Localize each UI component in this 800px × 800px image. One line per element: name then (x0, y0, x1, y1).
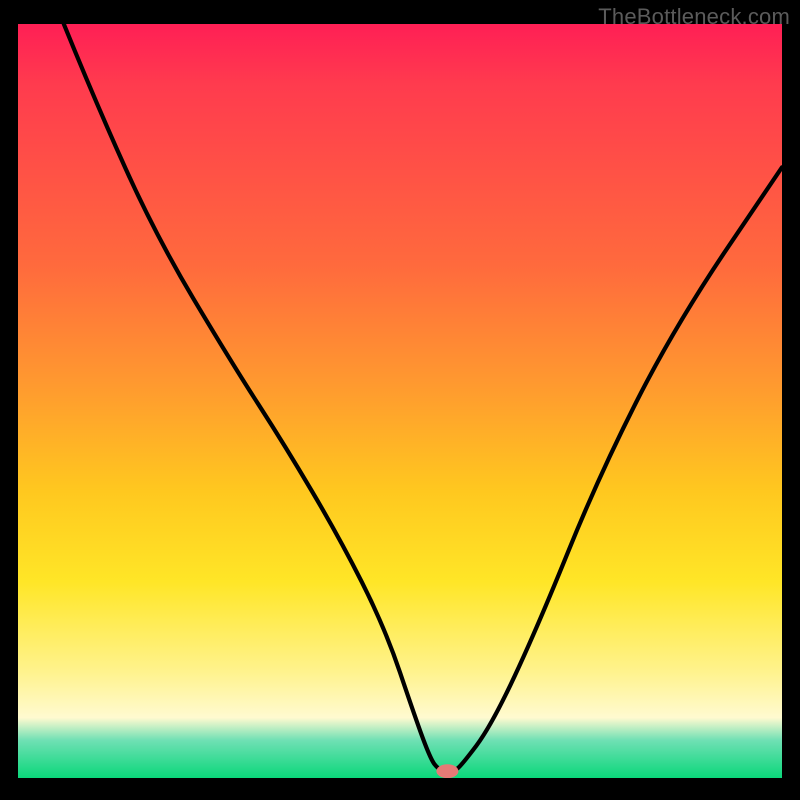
figure-root: TheBottleneck.com (0, 0, 800, 800)
chart-svg (18, 24, 782, 778)
watermark-text: TheBottleneck.com (598, 4, 790, 30)
deviation-curve-path (64, 24, 782, 771)
optimum-marker (436, 764, 458, 778)
plot-area (18, 24, 782, 778)
